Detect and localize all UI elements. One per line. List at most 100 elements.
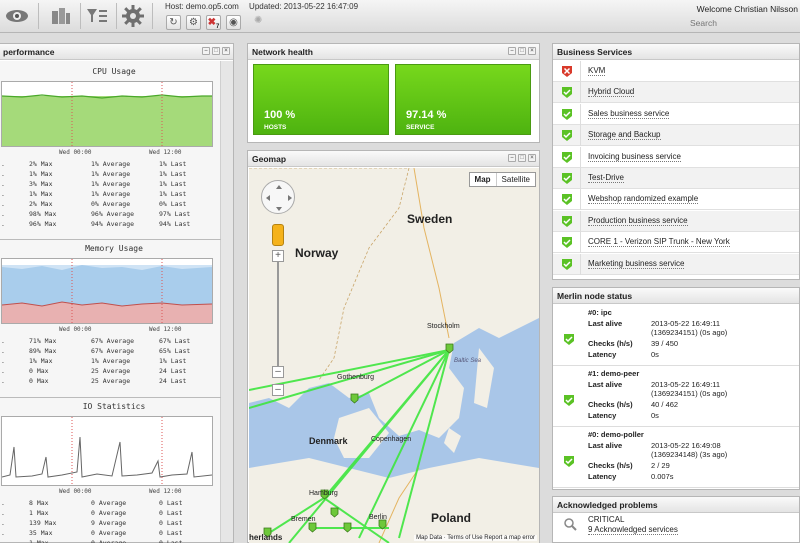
cpu-stat-avg: 96% Average [91, 210, 135, 218]
cpu-x-label-1: Wed 00:00 [59, 149, 92, 156]
business-service-label[interactable]: Test-Drive [588, 173, 625, 183]
ok-shield-icon [553, 82, 581, 104]
cpu-stat-last: 1% Last [159, 160, 187, 168]
io-graph [1, 416, 213, 486]
close-icon[interactable]: × [528, 47, 536, 55]
business-service-label[interactable]: Storage and Backup [588, 130, 661, 141]
window-icon[interactable]: □ [212, 47, 220, 55]
minimize-icon[interactable]: – [202, 47, 210, 55]
cpu-stat-last: 0% Last [159, 200, 187, 208]
memory-stat-last: 67% Last [159, 337, 191, 345]
merlin-last-alive-date: 2013-05-22 16:49:11 [651, 319, 721, 328]
top-toolbar: Host: demo.op5.com Updated: 2013-05-22 1… [0, 0, 800, 33]
map-footer[interactable]: Map Data · Terms of Use Report a map err… [414, 535, 537, 541]
business-service-row[interactable]: Marketing business service [553, 253, 799, 275]
io-stat-avg: 0 Average [91, 539, 127, 543]
cpu-stat-max: 1% Max [29, 170, 53, 178]
label-denmark: Denmark [309, 436, 348, 446]
ok-shield-icon [563, 333, 576, 347]
row-marker: . [1, 377, 5, 385]
business-service-label[interactable]: Hybrid Cloud [588, 87, 635, 98]
business-service-label[interactable]: Marketing business service [588, 259, 685, 269]
window-icon[interactable]: □ [518, 154, 526, 162]
memory-stat-max: 71% Max [29, 337, 57, 345]
label-hamburg: Hamburg [309, 490, 338, 497]
business-service-label[interactable]: KVM [588, 66, 606, 76]
merlin-last-alive-label: Last alive [588, 380, 623, 389]
merlin-latency-label: Latency [588, 411, 617, 420]
label-sweden: Sweden [407, 212, 453, 226]
cpu-stat-avg: 0% Average [91, 200, 131, 208]
alerts-button[interactable]: ✖7 [206, 15, 221, 30]
cpu-stat-last: 94% Last [159, 220, 191, 228]
ok-shield-icon [553, 210, 581, 232]
search-input[interactable] [690, 17, 800, 29]
business-service-row[interactable]: Test-Drive [553, 168, 799, 189]
io-stat-row: . 1 Max 0 Average 0 Last [0, 539, 229, 543]
business-service-label[interactable]: Production business service [588, 216, 688, 226]
merlin-last-alive-date: 2013-05-22 16:49:11 [651, 380, 721, 389]
close-icon[interactable]: × [528, 154, 536, 162]
service-health-tile[interactable]: 97.14 % SERVICE [395, 64, 531, 135]
business-service-row[interactable]: Invoicing business service [553, 146, 799, 168]
io-stat-avg: 0 Average [91, 529, 127, 537]
business-service-label[interactable]: CORE 1 - Verizon SIP Trunk - New York [588, 237, 730, 248]
map-type-map-button[interactable]: Map [470, 173, 497, 186]
minimize-icon[interactable]: – [508, 154, 516, 162]
memory-stat-avg: 25 Average [91, 377, 131, 385]
row-marker: . [1, 357, 5, 365]
business-service-label[interactable]: Invoicing business service [588, 152, 681, 162]
business-service-row[interactable]: KVM [553, 61, 799, 82]
window-icon[interactable]: □ [518, 47, 526, 55]
io-stat-last: 0 Last [159, 539, 183, 543]
business-service-row[interactable]: CORE 1 - Verizon SIP Trunk - New York [553, 232, 799, 254]
memory-stat-row: . 71% Max 67% Average 67% Last [0, 337, 229, 347]
business-service-row[interactable]: Storage and Backup [553, 125, 799, 147]
acknowledged-count-link[interactable]: 9 Acknowledged services [588, 525, 678, 535]
cpu-stat-row: . 98% Max 96% Average 97% Last [0, 210, 229, 220]
business-service-row[interactable]: Sales business service [553, 103, 799, 125]
eye-icon[interactable] [2, 2, 32, 30]
label-netherlands: herlands [249, 533, 283, 542]
hosts-health-tile[interactable]: 100 % HOSTS [253, 64, 389, 135]
geomap-canvas[interactable]: Map Satellite + – – Sweden Norway Denmar… [249, 168, 539, 543]
memory-stat-avg: 25 Average [91, 367, 131, 375]
business-service-row[interactable]: Webshop randomized example [553, 189, 799, 211]
dashboard-icon[interactable] [46, 2, 76, 30]
io-graph-title: IO Statistics [82, 402, 146, 411]
zoom-out-button[interactable]: – [272, 366, 284, 378]
settings-button[interactable]: ⚙ [186, 15, 201, 30]
refresh-button[interactable]: ↻ [166, 15, 181, 30]
label-copenhagen: Copenhagen [371, 436, 412, 443]
service-health-value: 97.14 % [406, 109, 447, 121]
business-service-label[interactable]: Sales business service [588, 109, 670, 119]
cpu-stat-row: . 96% Max 94% Average 94% Last [0, 220, 229, 230]
performance-scrollbar[interactable] [220, 61, 233, 542]
minimize-icon[interactable]: – [508, 47, 516, 55]
map-type-satellite-button[interactable]: Satellite [497, 173, 535, 186]
memory-x-label-2: Wed 12:00 [149, 326, 182, 333]
zoom-in-button[interactable]: + [272, 250, 284, 262]
gear-icon[interactable] [118, 2, 148, 30]
cpu-stat-max: 96% Max [29, 220, 57, 228]
business-service-row[interactable]: Production business service [553, 210, 799, 232]
zoom-slider[interactable] [277, 262, 279, 366]
performance-body: CPU Usage Wed 00:00 Wed 12:00 . 2% Max 1% … [0, 61, 233, 543]
map-pan-control[interactable] [261, 180, 295, 214]
business-services-widget: Business Services KVM Hybrid Cloud Sales b… [552, 43, 800, 280]
acknowledged-title: Acknowledged problems [557, 500, 658, 510]
ok-shield-icon [563, 394, 576, 408]
merlin-node-name: #0: ipc [588, 308, 612, 317]
merlin-checks-value: 39 / 450 [651, 339, 679, 348]
business-service-label[interactable]: Webshop randomized example [588, 194, 699, 205]
memory-stat-avg: 67% Average [91, 347, 135, 355]
merlin-node: #1: demo-peer Last alive 2013-05-22 16:49:… [553, 366, 799, 427]
filter-list-icon[interactable] [82, 2, 112, 30]
zoom-out-button-2[interactable]: – [272, 384, 284, 396]
business-service-row[interactable]: Hybrid Cloud [553, 82, 799, 104]
acknowledged-header: Acknowledged problems [553, 497, 799, 513]
io-stat-row: . 139 Max 9 Average 0 Last [0, 519, 229, 529]
mute-button[interactable]: ◉ [226, 15, 241, 30]
close-icon[interactable]: × [222, 47, 230, 55]
street-view-pegman-icon[interactable] [272, 224, 284, 246]
